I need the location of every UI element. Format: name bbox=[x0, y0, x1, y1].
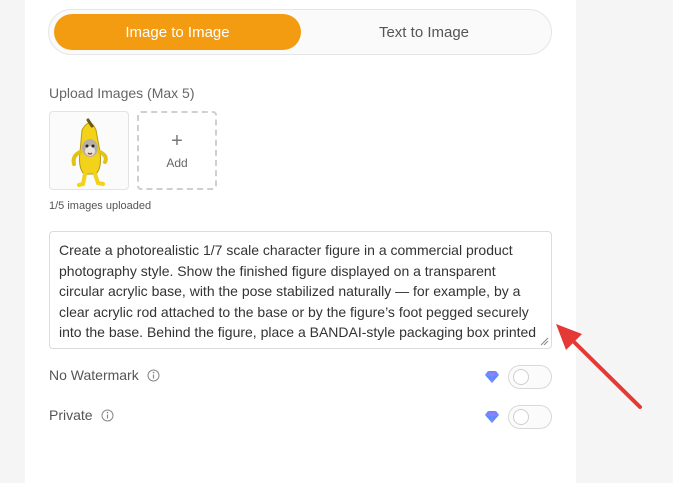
prompt-textarea[interactable]: Create a photorealistic 1/7 scale charac… bbox=[49, 231, 552, 349]
plus-icon: + bbox=[171, 129, 183, 152]
uploaded-image-thumbnail[interactable] bbox=[49, 111, 129, 190]
annotation-arrow-icon bbox=[556, 324, 642, 409]
no-watermark-option: No Watermark bbox=[49, 367, 160, 383]
mode-tabs: Image to Image Text to Image bbox=[48, 9, 552, 55]
info-icon[interactable] bbox=[147, 369, 160, 382]
upload-images-label: Upload Images (Max 5) bbox=[49, 85, 195, 101]
add-label: Add bbox=[166, 155, 188, 170]
prompt-text: Create a photorealistic 1/7 scale charac… bbox=[59, 242, 537, 348]
tab-image-to-image[interactable]: Image to Image bbox=[54, 14, 301, 50]
tab-text-to-image[interactable]: Text to Image bbox=[301, 14, 547, 50]
info-icon[interactable] bbox=[101, 409, 114, 422]
diamond-icon bbox=[485, 411, 499, 423]
private-label: Private bbox=[49, 407, 93, 423]
toggle-knob bbox=[513, 409, 529, 425]
diamond-icon bbox=[485, 371, 499, 383]
toggle-knob bbox=[513, 369, 529, 385]
upload-status-text: 1/5 images uploaded bbox=[49, 200, 152, 212]
no-watermark-label: No Watermark bbox=[49, 367, 139, 383]
add-image-button[interactable]: + Add bbox=[137, 111, 217, 190]
private-option: Private bbox=[49, 407, 114, 423]
banana-cat-image bbox=[71, 118, 108, 187]
